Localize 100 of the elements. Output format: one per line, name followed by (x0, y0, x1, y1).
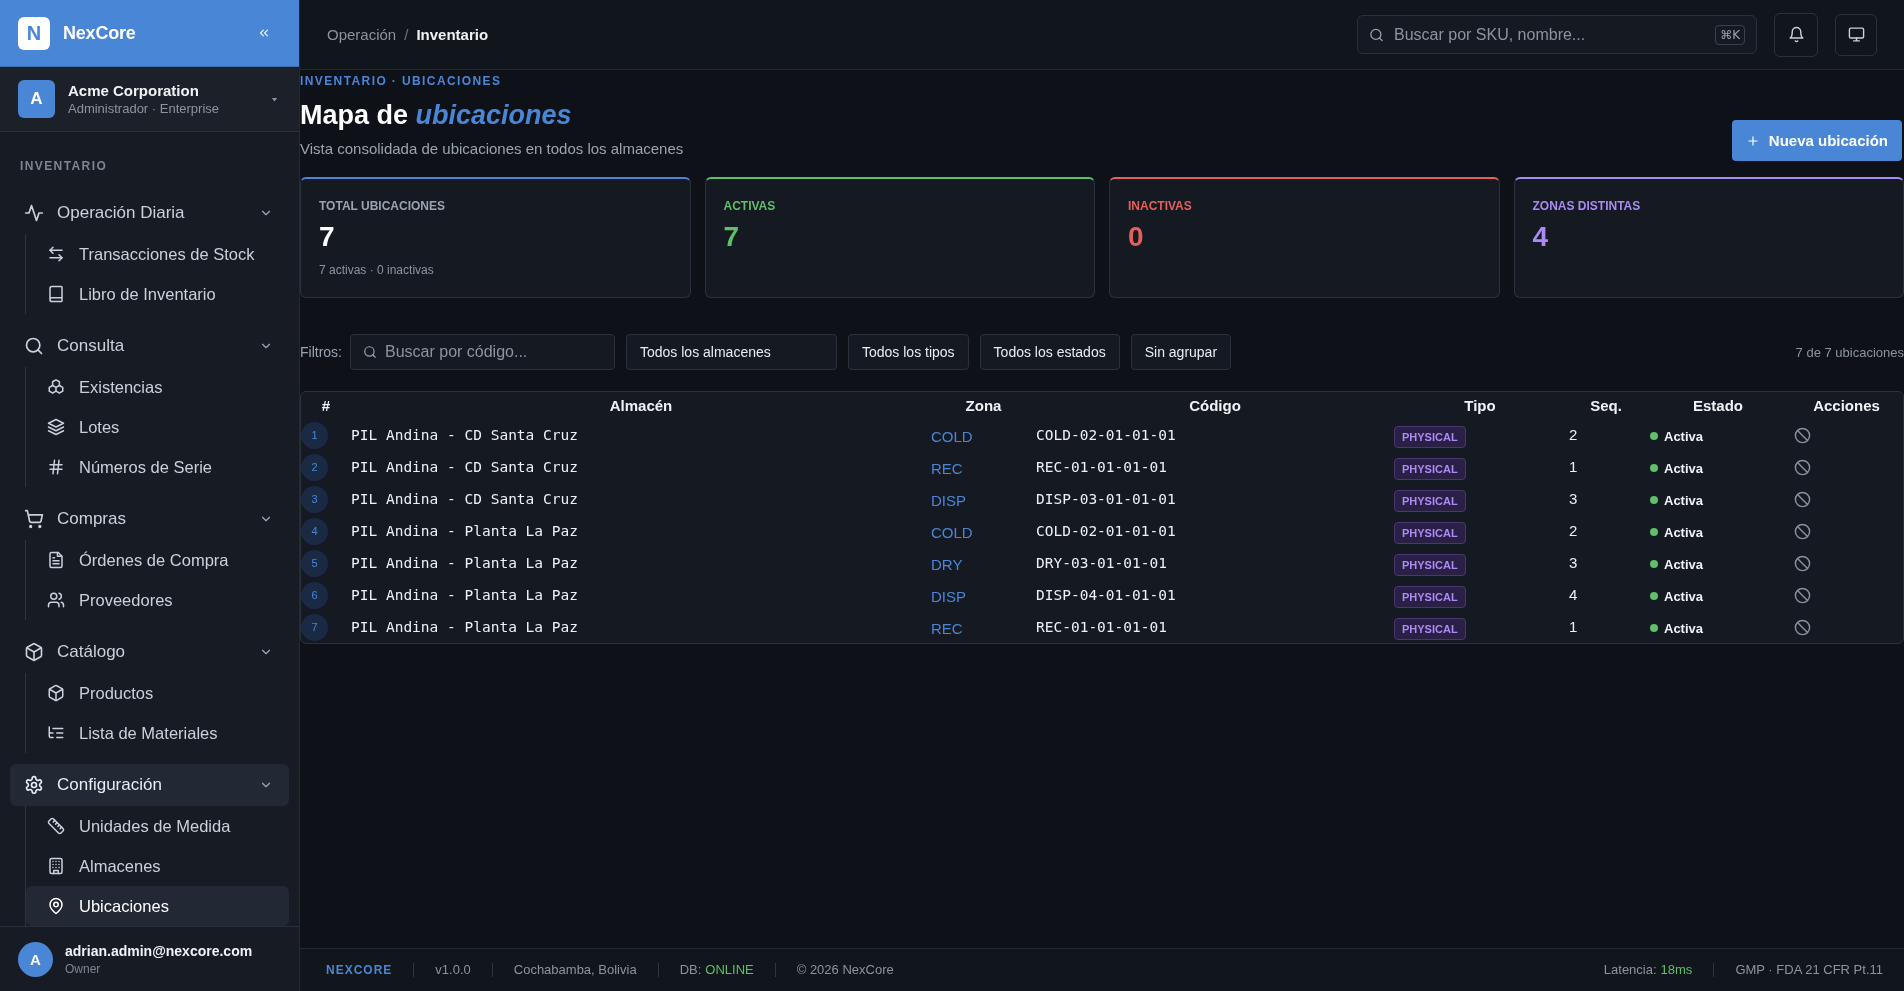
new-location-button[interactable]: Nueva ubicación (1731, 120, 1902, 161)
filters-label: Filtros: (300, 344, 342, 360)
row-number: 4 (301, 517, 328, 545)
row-number: 5 (301, 549, 328, 577)
user-role: Owner (65, 961, 102, 976)
sequence-number: 1 (1569, 457, 1578, 475)
display-button[interactable] (1835, 13, 1877, 56)
stat-label: ZONAS DISTINTAS (1532, 198, 1641, 214)
zone-label: COLD (931, 428, 973, 445)
sequence-number: 3 (1569, 489, 1578, 507)
hexagons-icon (47, 378, 65, 396)
status-value: ONLINE (705, 963, 754, 977)
users-icon (47, 591, 65, 609)
results-count: 7 de 7 ubicaciones (1795, 344, 1904, 360)
status-text: v1.0.0 (435, 963, 471, 977)
chevrons-left-icon[interactable] (257, 26, 271, 40)
prohibited-icon[interactable] (1794, 586, 1811, 604)
stat-value: 0 (1128, 220, 1144, 254)
stat-label: TOTAL UBICACIONES (319, 198, 445, 214)
prohibited-icon[interactable] (1794, 426, 1811, 444)
filter-dropdown[interactable]: Sin agrupar (1130, 334, 1232, 370)
status-text: Activa (1664, 461, 1704, 476)
sequence-number: 2 (1569, 521, 1578, 539)
status-text: © 2026 NexCore (796, 963, 894, 977)
prohibited-icon[interactable] (1794, 554, 1811, 572)
section-title: INVENTARIO (20, 158, 109, 174)
package-icon (47, 684, 65, 702)
nav-item[interactable]: Proveedores (26, 580, 289, 620)
footer-brand: NEXCORE (326, 963, 393, 977)
nav-item[interactable]: Libro de Inventario (26, 274, 289, 314)
filter-dropdown[interactable]: Todos los estados (979, 334, 1120, 370)
nav-group[interactable]: Configuración (10, 764, 289, 806)
org-switcher[interactable]: A Acme Corporation Administrador · Enterprise (0, 67, 299, 132)
search-icon (24, 336, 44, 356)
warehouse-name: PIL Andina - Planta La Paz (351, 555, 578, 571)
search-icon (1369, 27, 1384, 42)
nav-item[interactable]: Órdenes de Compra (26, 540, 289, 580)
brand-name: NexCore (63, 22, 136, 44)
zone-label: COLD (931, 524, 973, 541)
filter-dropdown[interactable]: Todos los almacenes (626, 334, 837, 370)
logo-mark: N (18, 16, 50, 50)
status-text: Cochabamba, Bolivia (513, 963, 637, 977)
monitor-icon (1847, 26, 1865, 43)
nav-group[interactable]: Consulta (10, 325, 289, 367)
prohibited-icon[interactable] (1794, 458, 1811, 476)
stat-note: 7 activas · 0 inactivas (319, 262, 434, 278)
status-label: DB: (679, 963, 702, 977)
warehouse-name: PIL Andina - Planta La Paz (351, 619, 578, 635)
page-eyebrow: INVENTARIO · UBICACIONES (300, 73, 502, 89)
nav-item[interactable]: Almacenes (26, 846, 289, 886)
column-header: Seq. (1590, 397, 1622, 414)
type-tag: PHYSICAL (1394, 425, 1466, 448)
nav-item[interactable]: Transacciones de Stock (26, 234, 289, 274)
page-title: Mapa de ubicaciones (300, 99, 572, 132)
breadcrumb-item[interactable]: Operación (327, 26, 397, 43)
org-avatar: A (18, 80, 55, 118)
org-name: Acme Corporation (68, 82, 200, 99)
location-code: DRY-03-01-01-01 (1036, 555, 1167, 571)
hash-icon (47, 458, 65, 476)
code-search-field[interactable]: Buscar por código... (350, 334, 615, 370)
search-icon (363, 345, 377, 359)
breadcrumb-separator: / (404, 26, 409, 43)
status-text: Activa (1664, 429, 1704, 444)
warehouse-name: PIL Andina - CD Santa Cruz (351, 491, 578, 507)
stat-value: 7 (319, 220, 335, 254)
status-text: Activa (1664, 621, 1704, 636)
nav-item[interactable]: Lista de Materiales (26, 713, 289, 753)
prohibited-icon[interactable] (1794, 522, 1811, 540)
breadcrumb-item: Inventario (416, 26, 489, 43)
warehouse-name: PIL Andina - Planta La Paz (351, 523, 578, 539)
prohibited-icon[interactable] (1794, 618, 1811, 636)
nav-group[interactable]: Catálogo (10, 631, 289, 673)
filter-dropdown[interactable]: Todos los tipos (848, 334, 969, 370)
nav-item[interactable]: Ubicaciones (26, 886, 289, 926)
nav-group[interactable]: Compras (10, 498, 289, 540)
prohibited-icon[interactable] (1794, 490, 1811, 508)
user-email: adrian.admin@nexcore.com (65, 942, 253, 959)
cart-icon (24, 509, 44, 529)
zone-label: REC (931, 620, 963, 637)
user-avatar: A (18, 941, 53, 977)
status-text: Activa (1664, 589, 1704, 604)
nav-item[interactable]: Lotes (26, 407, 289, 447)
zone-label: DRY (931, 556, 963, 573)
column-header: Acciones (1813, 397, 1880, 414)
notifications-button[interactable] (1774, 12, 1818, 57)
row-number: 6 (301, 581, 328, 609)
row-number: 7 (301, 613, 328, 641)
nav-group[interactable]: Operación Diaria (10, 192, 289, 234)
warehouse-name: PIL Andina - CD Santa Cruz (351, 459, 578, 475)
row-number: 2 (301, 453, 328, 481)
status-value: 18ms (1660, 963, 1693, 977)
nav-item[interactable]: Existencias (26, 367, 289, 407)
document-icon (47, 551, 65, 569)
column-header: Almacén (609, 397, 673, 414)
sequence-number: 1 (1569, 617, 1578, 635)
nav-item[interactable]: Números de Serie (26, 447, 289, 487)
nav-item[interactable]: Productos (26, 673, 289, 713)
shortcut-key: ⌘K (1715, 24, 1745, 45)
zone-label: DISP (931, 588, 966, 605)
nav-item[interactable]: Unidades de Medida (26, 806, 289, 846)
